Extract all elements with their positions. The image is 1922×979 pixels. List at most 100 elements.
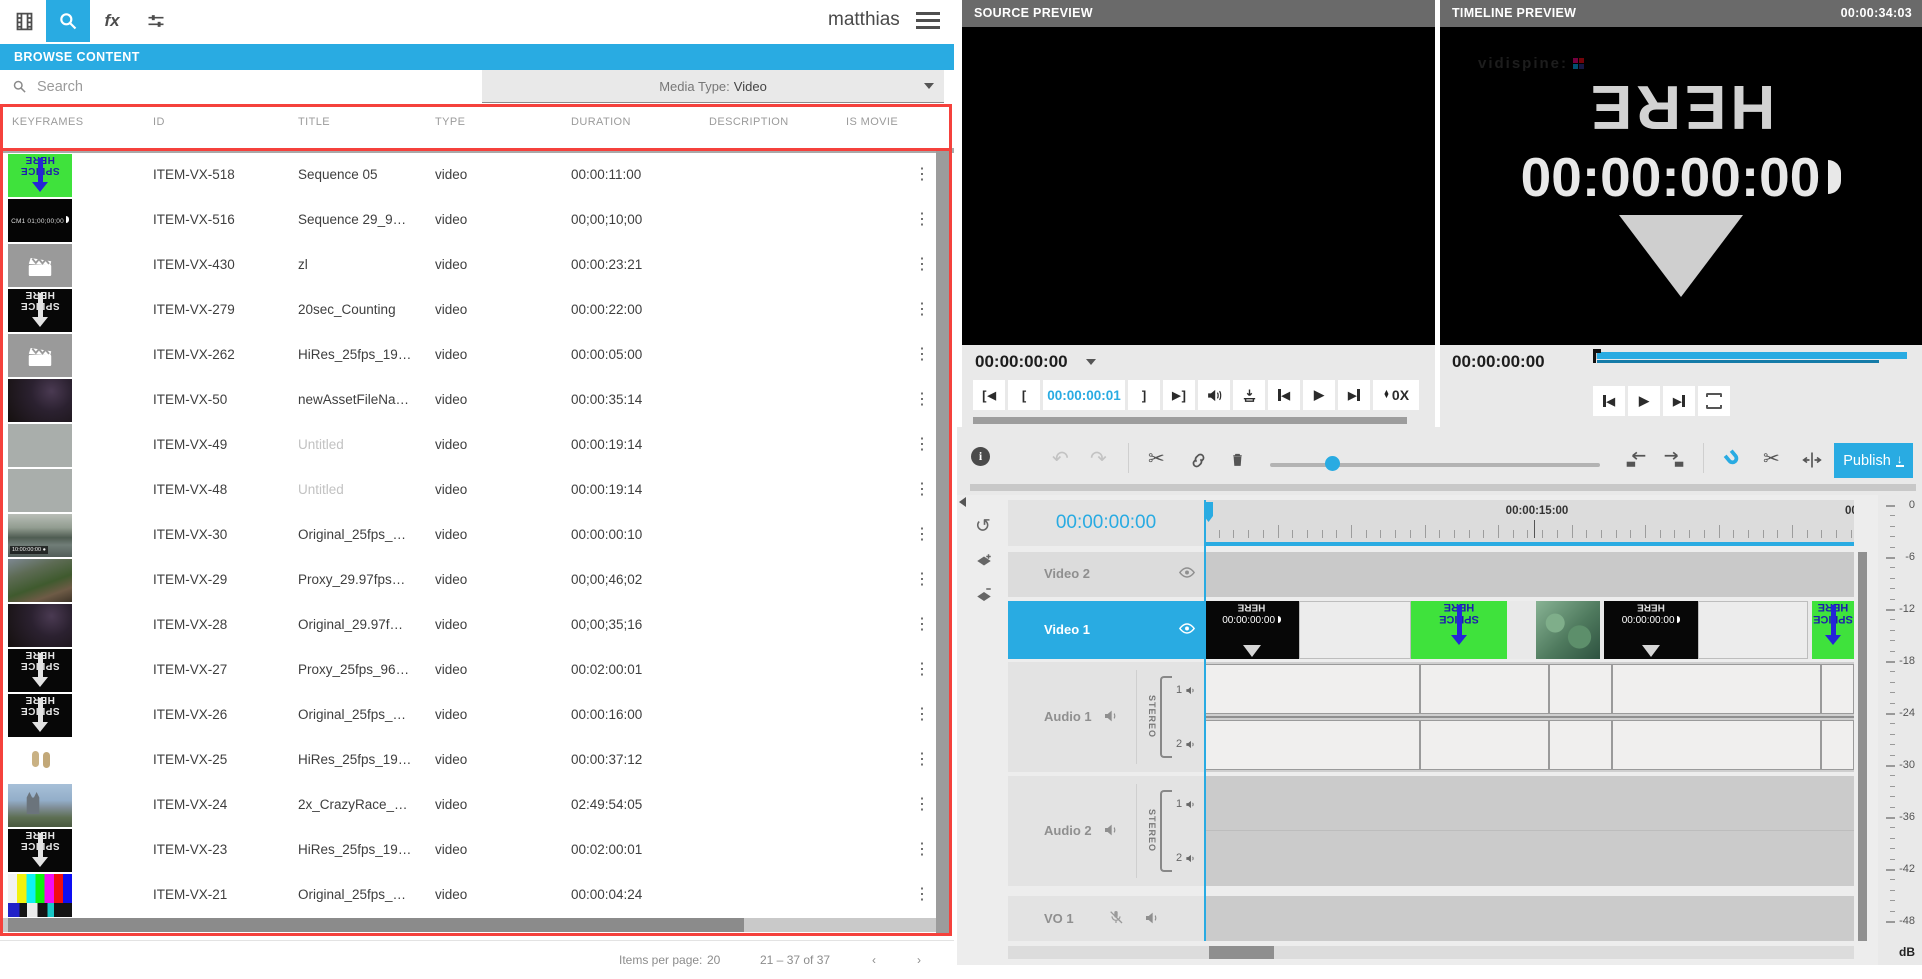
table-row[interactable]: ITEM-VX-25HiRes_25fps_19…video00:00:37:1… [0,738,938,784]
table-row[interactable]: ITEM-VX-262HiRes_25fps_19…video00:00:05:… [0,333,938,379]
track-vo1[interactable] [1204,896,1854,941]
track-audio1[interactable] [1204,662,1854,772]
add-track-icon[interactable] [975,553,993,569]
table-row[interactable]: CM1 01;00;00;00 ITEM-VX-516Sequence 29_9… [0,198,938,244]
col-keyframes[interactable]: KEYFRAMES [12,116,83,128]
volume-slider[interactable] [1270,463,1600,467]
row-menu-icon[interactable]: ⋮ [912,164,932,184]
mark-in-button[interactable]: [ [1008,380,1040,410]
timeline-clip-slate-black[interactable]: HERE00:00:00:00 [1604,601,1698,659]
play-button[interactable]: ▶ [1303,380,1335,410]
delete-button[interactable] [1229,450,1246,469]
unlink-button[interactable] [1189,451,1208,470]
row-menu-icon[interactable]: ⋮ [912,569,932,589]
table-vertical-scrollbar[interactable] [936,151,949,933]
items-per-page-value[interactable]: 20 [707,953,720,967]
reset-zoom-icon[interactable]: ↺ [975,515,991,538]
row-menu-icon[interactable]: ⋮ [912,209,932,229]
play-button[interactable]: ▶ [1628,386,1660,416]
timeline-clip-slate-black[interactable]: HERE00:00:00:00 [1204,601,1299,659]
col-duration[interactable]: DURATION [571,116,631,128]
table-row[interactable]: ITEM-VX-50newAssetFileNa…video00:00:35:1… [0,378,938,424]
audio-button[interactable] [1198,380,1230,410]
table-row[interactable]: SPLICEHEREITEM-VX-518Sequence 05video00:… [0,153,938,199]
info-button[interactable]: i [971,447,990,466]
timecode-menu-chevron-icon[interactable] [1086,359,1096,365]
col-type[interactable]: TYPE [435,116,465,128]
media-type-select[interactable]: Media Type: Video [482,70,944,103]
prev-frame-button[interactable]: ◀ [1268,380,1300,410]
timeline-ruler[interactable]: 00:00:15:00 00 [1204,500,1854,546]
undo-button[interactable]: ↶ [1052,449,1069,469]
row-menu-icon[interactable]: ⋮ [912,389,932,409]
timeline-horizontal-scrollbar[interactable] [1008,946,1854,959]
row-menu-icon[interactable]: ⋮ [912,659,932,679]
next-page-button[interactable]: › [917,953,921,967]
toolbar-scroll-strip[interactable] [970,484,1916,491]
track-header-audio1[interactable]: Audio 1 STEREO 1 2 [1008,662,1204,772]
audio-clip[interactable] [1612,720,1821,770]
timeline-preview-progress[interactable] [1593,352,1907,366]
table-row[interactable]: 10:00:00:00 ●ITEM-VX-30Original_25fps_…v… [0,513,938,559]
search-tab-button[interactable] [46,0,90,42]
next-frame-button[interactable]: ▶ [1338,380,1370,410]
insert-left-button[interactable] [1625,451,1647,469]
ripple-button[interactable] [1802,450,1822,470]
speaker-icon[interactable] [1103,708,1119,724]
track-video1[interactable]: HERE00:00:00:00 SPLICEHERE HERE00:00:00:0… [1204,601,1854,659]
audio-clip[interactable] [1612,664,1821,714]
row-menu-icon[interactable]: ⋮ [912,704,932,724]
timeline-clip-clip-light[interactable] [1299,601,1411,659]
frame-timecode-button[interactable]: 00:00:00:01 [1043,380,1125,410]
redo-button[interactable]: ↷ [1090,449,1107,469]
speaker-icon[interactable] [1103,822,1119,838]
settings-button[interactable] [134,0,178,42]
table-row[interactable]: ITEM-VX-21Original_25fps_…video00:00:04:… [0,873,938,919]
timeline-clip-clip-light[interactable] [1698,601,1808,659]
export-frame-button[interactable] [1233,380,1265,410]
row-menu-icon[interactable]: ⋮ [912,614,932,634]
prev-page-button[interactable]: ‹ [872,953,876,967]
col-id[interactable]: ID [153,116,165,128]
table-row[interactable]: SPLICEHEREITEM-VX-27Proxy_25fps_96…video… [0,648,938,694]
table-row[interactable]: SPLICEHEREITEM-VX-26Original_25fps_…vide… [0,693,938,739]
next-frame-button[interactable]: ▶ [1663,386,1695,416]
fullscreen-button[interactable] [1698,386,1730,416]
remove-track-icon[interactable] [975,587,993,603]
audio-clip[interactable] [1549,664,1612,714]
table-row[interactable]: ITEM-VX-242x_CrazyRace_…video02:49:54:05… [0,783,938,829]
audio-clip[interactable] [1420,664,1549,714]
track-audio2[interactable] [1204,776,1854,886]
col-is-movie[interactable]: IS MOVIE [846,116,898,128]
speaker-icon[interactable] [1185,853,1196,864]
row-menu-icon[interactable]: ⋮ [912,299,932,319]
audio-clip[interactable] [1821,664,1854,714]
cut-button[interactable]: ✂ [1148,449,1165,469]
track-header-vo1[interactable]: VO 1 [1008,896,1204,941]
track-header-video1[interactable]: Video 1 [1008,601,1204,659]
table-row[interactable]: ITEM-VX-28Original_29.97f…video00;00;35;… [0,603,938,649]
volume-slider-thumb[interactable] [1325,456,1340,471]
source-preview-video[interactable] [962,27,1435,345]
goto-out-button[interactable]: ▶] [1163,380,1195,410]
prev-frame-button[interactable]: ◀ [1593,386,1625,416]
table-row[interactable]: ITEM-VX-49Untitledvideo00:00:19:14⋮ [0,423,938,469]
track-header-video2[interactable]: Video 2 [1008,552,1204,597]
timeline-clip-splice-green[interactable]: SPLICEHERE [1411,601,1507,659]
timeline-clip-splice-green[interactable]: SPLICEHERE [1812,601,1854,659]
mic-off-icon[interactable] [1108,909,1124,925]
snap-magnet-button[interactable] [1723,449,1743,469]
table-row[interactable]: ITEM-VX-48Untitledvideo00:00:19:14⋮ [0,468,938,514]
search-box[interactable] [0,70,482,103]
row-menu-icon[interactable]: ⋮ [912,884,932,904]
audio-clip[interactable] [1549,720,1612,770]
table-row[interactable]: SPLICEHEREITEM-VX-27920sec_Countingvideo… [0,288,938,334]
col-title[interactable]: TITLE [298,116,330,128]
track-header-audio2[interactable]: Audio 2 STEREO 1 2 [1008,776,1204,886]
row-menu-icon[interactable]: ⋮ [912,749,932,769]
audio-clip[interactable] [1204,720,1420,770]
insert-right-button[interactable] [1663,451,1685,469]
col-description[interactable]: DESCRIPTION [709,116,789,128]
speaker-icon[interactable] [1185,799,1196,810]
speaker-icon[interactable] [1144,910,1160,926]
